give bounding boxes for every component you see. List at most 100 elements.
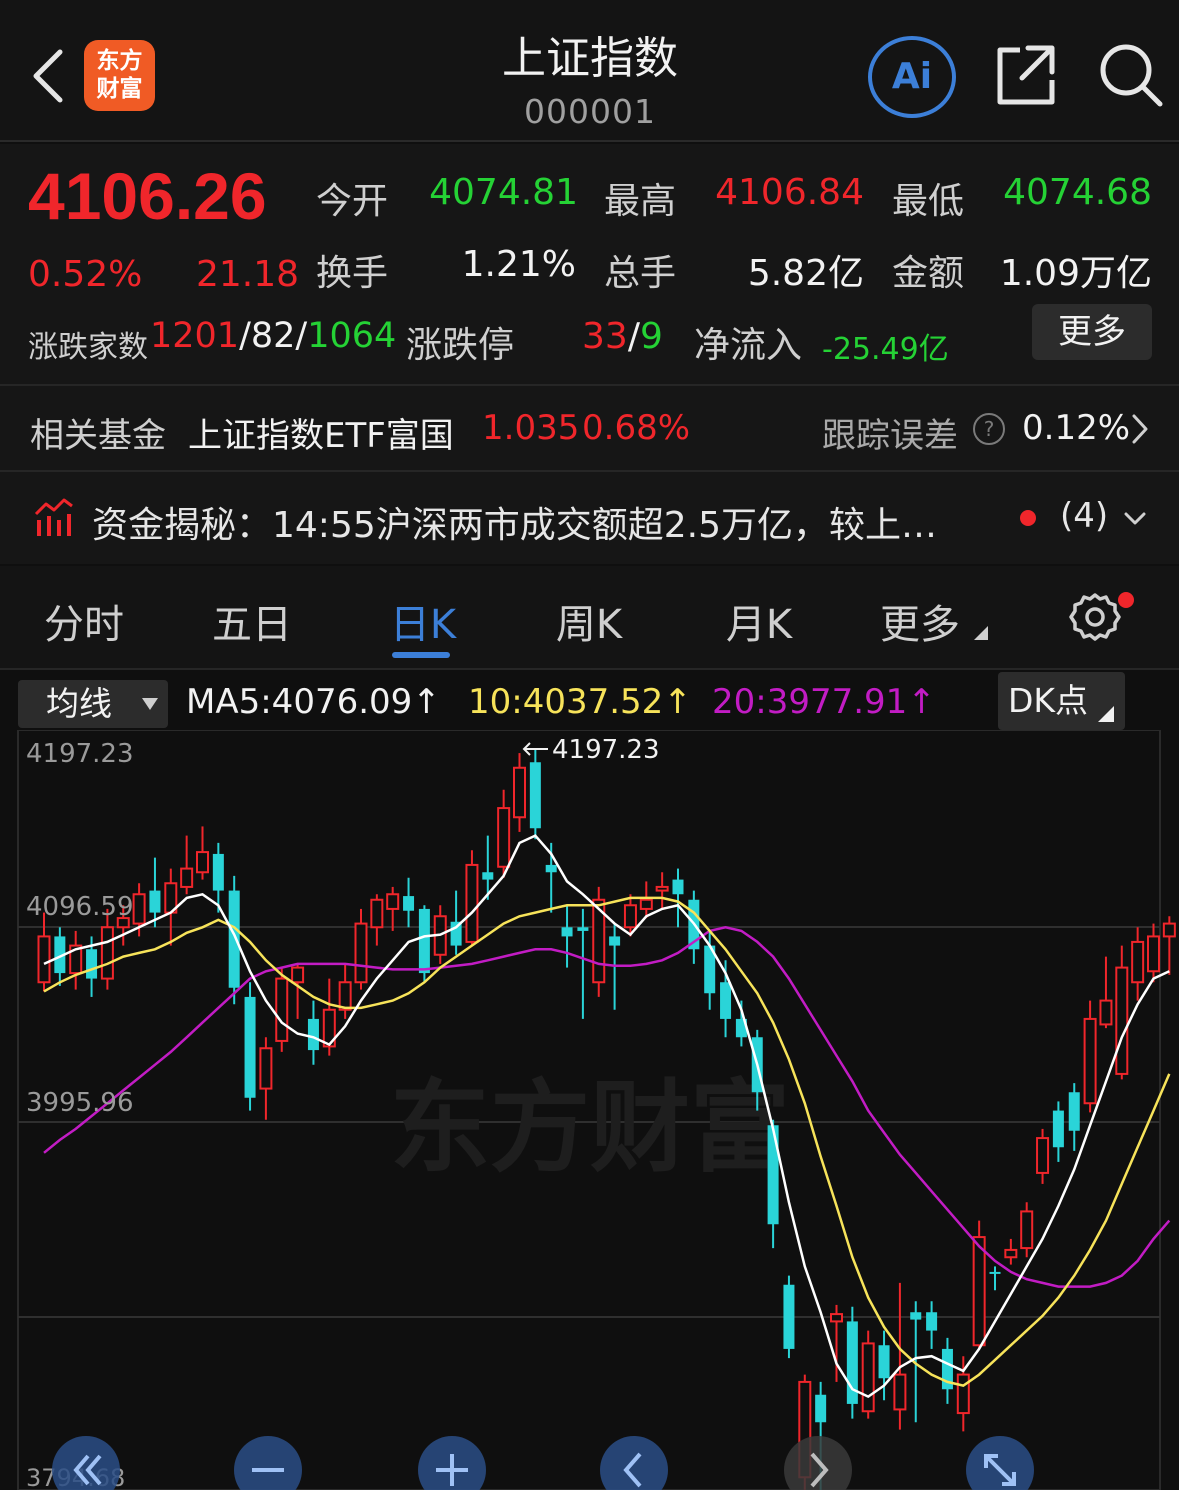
help-icon[interactable]: ? (972, 412, 1006, 446)
candle (1020, 1202, 1034, 1258)
kline-chart[interactable]: 东方财富 4197.23 4096.59 3995.96 3794.68 419… (0, 730, 1179, 1490)
candle-body (275, 977, 289, 1042)
logo-line2: 财富 (96, 76, 143, 102)
tab-weekly-k[interactable]: 周K (546, 592, 632, 650)
volume-value: 5.82亿 (747, 253, 864, 294)
stock-code: 000001 (524, 92, 656, 131)
candle-body (720, 982, 732, 1019)
candle-body (338, 981, 352, 1011)
kline-chart-svg[interactable]: 东方财富 4197.23 4096.59 3995.96 3794.68 419… (0, 730, 1179, 1490)
candle-body (513, 766, 526, 819)
candle-body (893, 1373, 907, 1411)
candle-body (386, 893, 400, 910)
candle-body (370, 898, 384, 929)
candle-body (1131, 940, 1145, 984)
header-bar: 东方 财富 上证指数 000001 Ai (0, 0, 1179, 142)
capital-news-row[interactable]: 资金揭秘：14:55沪深两市成交额超2.5万亿，较上… (4) (0, 472, 1179, 564)
candle-body (37, 935, 51, 984)
net-inflow-label: 净流入 (694, 325, 803, 366)
candle-body (196, 851, 209, 874)
candle-body (655, 885, 669, 892)
watermark-text: 东方财富 (390, 1069, 790, 1186)
turnover-value: 1.21% (461, 244, 576, 285)
corner-triangle-icon (1098, 706, 1114, 722)
candle-body (577, 927, 589, 931)
candle-body (244, 996, 256, 1098)
tab-monthly-k[interactable]: 月K (716, 592, 802, 650)
fund-label: 相关基金 (30, 416, 166, 456)
tab-daily-k[interactable]: 日K (380, 592, 466, 650)
high-label: 最高 (604, 181, 677, 222)
ai-button[interactable]: Ai (868, 36, 956, 118)
candle-body (1036, 1137, 1050, 1174)
candle (275, 967, 289, 1052)
fund-pct: 0.68% (582, 408, 691, 448)
share-icon[interactable] (990, 40, 1060, 110)
candle (972, 1220, 986, 1349)
indicator-select-label: 均线 (46, 684, 112, 723)
candle-body (291, 966, 305, 984)
app-logo[interactable]: 东方 财富 (84, 40, 155, 111)
candle-body (878, 1345, 890, 1379)
breadth-down: 1064 (307, 316, 397, 356)
high-value: 4106.84 (715, 172, 864, 213)
breadth-up: 1201 (150, 316, 240, 356)
candle (529, 749, 541, 840)
candle-body (1020, 1210, 1034, 1250)
y-tick-label: 3995.96 (26, 1088, 134, 1118)
candle-body (212, 853, 224, 891)
tab-intraday[interactable]: 分时 (40, 592, 128, 650)
low-value: 4074.68 (1003, 172, 1152, 213)
candle-body (132, 893, 146, 925)
candle-body (545, 864, 557, 873)
period-tabs: 分时 五日 日K 周K 月K 更多 (0, 566, 1179, 670)
amount-label: 金额 (892, 253, 965, 294)
page-title: 上证指数 (502, 33, 678, 84)
chevron-right-icon[interactable] (1128, 412, 1152, 446)
candle-body (956, 1373, 970, 1415)
corner-triangle-icon (974, 626, 988, 640)
candle-body (465, 863, 479, 943)
candle-body (672, 879, 684, 895)
open-value: 4074.81 (429, 172, 578, 213)
max-price-label: 4197.23 (552, 735, 660, 765)
related-fund-row[interactable]: 相关基金 上证指数ETF富国 1.035 0.68% 跟踪误差 ? 0.12% (0, 386, 1179, 470)
y-tick-label: 4096.59 (26, 892, 134, 922)
chevron-down-icon[interactable] (1122, 506, 1148, 532)
logo-line1: 东方 (96, 48, 143, 74)
candle-body (830, 1313, 843, 1323)
candle-body (1052, 1110, 1064, 1148)
candle-body (86, 949, 98, 979)
candle-body (861, 1342, 875, 1413)
candle-body (783, 1284, 795, 1349)
search-icon[interactable] (1096, 40, 1166, 110)
candle-body (815, 1394, 827, 1423)
dk-points-label: DK点 (1008, 681, 1089, 720)
more-button[interactable]: 更多 (1032, 304, 1152, 360)
candle-body (307, 1018, 319, 1051)
indicator-select[interactable]: 均线 (18, 680, 168, 728)
tab-five-day[interactable]: 五日 (208, 592, 296, 650)
ma5-readout: MA5:4076.09↑ (186, 682, 441, 722)
candle-body (910, 1312, 922, 1320)
fund-name: 上证指数ETF富国 (188, 416, 454, 456)
bar-chart-icon (34, 498, 73, 536)
candle (465, 850, 479, 946)
candle-body (1099, 999, 1113, 1026)
ma10-readout: 10:4037.52↑ (468, 682, 692, 722)
breadth-flat: 82 (250, 316, 296, 356)
active-tab-indicator (392, 652, 450, 658)
volume-label: 总手 (604, 253, 677, 294)
change-percent: 0.52% (28, 254, 143, 295)
candle (244, 982, 256, 1111)
candle (861, 1330, 875, 1419)
candle-body (529, 762, 541, 829)
candle-body (354, 922, 368, 984)
limit-values: 33/9 (582, 316, 663, 357)
candle (418, 905, 430, 983)
tab-more[interactable]: 更多 (874, 592, 966, 650)
open-label: 今开 (316, 181, 389, 222)
back-arrow-icon[interactable] (24, 44, 74, 108)
dk-points-button[interactable]: DK点 (998, 672, 1125, 730)
settings-gear-icon[interactable] (1068, 590, 1122, 644)
